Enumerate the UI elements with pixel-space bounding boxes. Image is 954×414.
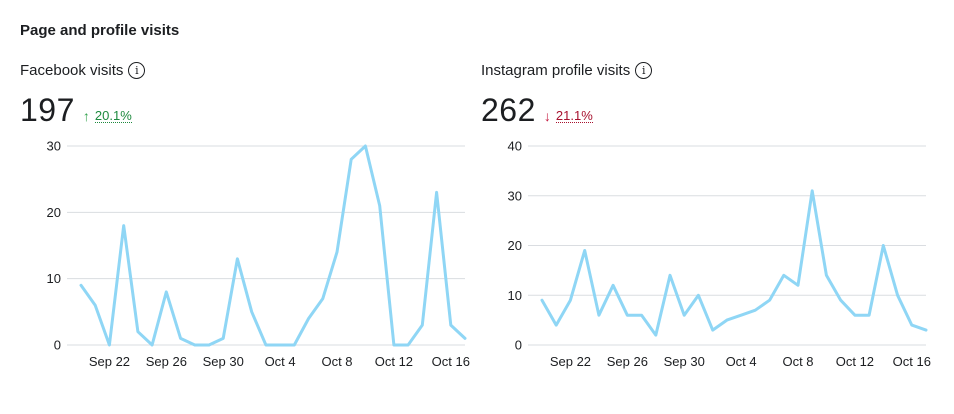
data-point[interactable] — [610, 282, 616, 288]
y-tick-label: 0 — [54, 338, 61, 353]
section-title: Page and profile visits — [20, 22, 180, 39]
y-tick-label: 10 — [508, 288, 522, 303]
data-point[interactable] — [823, 272, 829, 278]
x-tick-label: Sep 30 — [203, 354, 244, 369]
data-point[interactable] — [121, 223, 127, 229]
data-point[interactable] — [434, 189, 440, 195]
data-point[interactable] — [78, 282, 84, 288]
y-tick-label: 20 — [508, 238, 522, 253]
data-point[interactable] — [596, 312, 602, 318]
data-point[interactable] — [653, 332, 659, 338]
data-point[interactable] — [752, 307, 758, 313]
data-point[interactable] — [391, 342, 397, 348]
data-point[interactable] — [895, 292, 901, 298]
y-tick-label: 30 — [508, 188, 522, 203]
data-point[interactable] — [106, 342, 112, 348]
x-tick-label: Oct 12 — [836, 354, 874, 369]
data-point[interactable] — [624, 312, 630, 318]
instagram-visits-panel: Instagram profile visits i 262 ↓ 21.1% 0… — [481, 60, 941, 390]
x-tick-label: Oct 4 — [265, 354, 296, 369]
data-point[interactable] — [249, 309, 255, 315]
facebook-visits-panel: Facebook visits i 197 ↑ 20.1% 0 10 20 30 Sep… — [20, 60, 480, 390]
x-tick-label: Sep 22 — [550, 354, 591, 369]
data-point[interactable] — [163, 289, 169, 295]
data-point[interactable] — [320, 296, 326, 302]
data-point[interactable] — [220, 335, 226, 341]
x-tick-label: Sep 26 — [146, 354, 187, 369]
series-line[interactable] — [79, 144, 467, 347]
data-point[interactable] — [277, 342, 283, 348]
data-point[interactable] — [695, 292, 701, 298]
data-point[interactable] — [362, 143, 368, 149]
data-point[interactable] — [880, 243, 886, 249]
x-tick-label: Sep 22 — [89, 354, 130, 369]
data-point[interactable] — [781, 272, 787, 278]
x-tick-label: Oct 16 — [893, 354, 931, 369]
data-point[interactable] — [909, 322, 915, 328]
data-point[interactable] — [639, 312, 645, 318]
data-point[interactable] — [149, 342, 155, 348]
data-point[interactable] — [553, 322, 559, 328]
data-point[interactable] — [334, 249, 340, 255]
instagram-visits-chart: 0 10 20 30 40 Sep 22 Sep 26 Sep 30 Oct 4 Oct 8 Oct… — [508, 139, 931, 370]
data-point[interactable] — [462, 335, 468, 341]
x-tick-label: Sep 26 — [607, 354, 648, 369]
data-point[interactable] — [178, 335, 184, 341]
data-point[interactable] — [206, 342, 212, 348]
data-point[interactable] — [419, 322, 425, 328]
data-point[interactable] — [724, 317, 730, 323]
data-point[interactable] — [405, 342, 411, 348]
data-point[interactable] — [234, 256, 240, 262]
facebook-visits-chart: 0 10 20 30 Sep 22 Sep 26 Sep 30 Oct 4 Oct 8 Oct 1… — [47, 139, 470, 370]
data-point[interactable] — [92, 302, 98, 308]
x-tick-label: Oct 16 — [432, 354, 470, 369]
y-tick-label: 0 — [515, 338, 522, 353]
data-point[interactable] — [809, 188, 815, 194]
data-point[interactable] — [866, 312, 872, 318]
data-point[interactable] — [767, 297, 773, 303]
data-point[interactable] — [582, 247, 588, 253]
data-point[interactable] — [923, 327, 929, 333]
data-point[interactable] — [192, 342, 198, 348]
data-point[interactable] — [795, 282, 801, 288]
data-point[interactable] — [852, 312, 858, 318]
x-tick-label: Oct 8 — [321, 354, 352, 369]
y-tick-label: 40 — [508, 139, 522, 154]
data-point[interactable] — [567, 297, 573, 303]
data-point[interactable] — [263, 342, 269, 348]
data-point[interactable] — [377, 203, 383, 209]
data-point[interactable] — [710, 327, 716, 333]
x-tick-label: Oct 4 — [726, 354, 757, 369]
data-point[interactable] — [348, 156, 354, 162]
y-tick-label: 10 — [47, 271, 61, 286]
data-point[interactable] — [681, 312, 687, 318]
data-point[interactable] — [539, 297, 545, 303]
data-point[interactable] — [838, 297, 844, 303]
data-point[interactable] — [667, 272, 673, 278]
y-tick-label: 20 — [47, 205, 61, 220]
x-tick-label: Oct 12 — [375, 354, 413, 369]
data-point[interactable] — [738, 312, 744, 318]
x-tick-label: Oct 8 — [782, 354, 813, 369]
y-tick-label: 30 — [47, 139, 61, 154]
data-point[interactable] — [306, 315, 312, 321]
x-tick-label: Sep 30 — [664, 354, 705, 369]
data-point[interactable] — [448, 322, 454, 328]
data-point[interactable] — [291, 342, 297, 348]
data-point[interactable] — [135, 329, 141, 335]
